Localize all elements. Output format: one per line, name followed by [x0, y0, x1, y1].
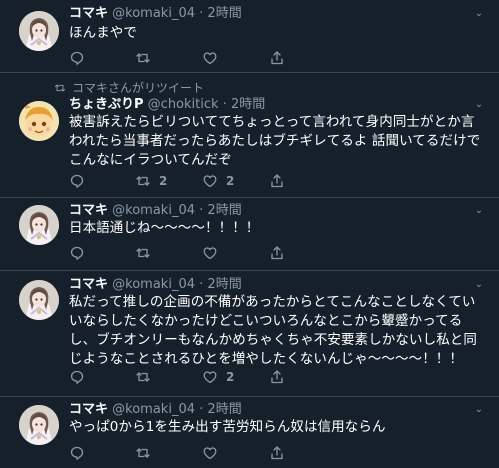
tweet-header: コマキ @komaki_04 · 2時間	[69, 277, 242, 292]
tweet[interactable]: コマキ @komaki_04 · 2時間 ⌄ ほんまやで	[0, 0, 499, 73]
tweet-text: ほんまやで	[69, 25, 137, 41]
handle[interactable]: @komaki_04	[112, 6, 195, 21]
retweet-icon	[136, 53, 150, 63]
tweet[interactable]: コマキ @komaki_04 · 2時間 ⌄ やっぱ0から1を生み出す苦労知らん…	[0, 397, 499, 468]
display-name[interactable]: コマキ	[69, 277, 108, 292]
like-count: 2	[226, 370, 235, 384]
retweet-icon	[55, 84, 65, 92]
avatar[interactable]	[19, 280, 59, 320]
tweet-actions: 2	[69, 367, 499, 387]
reply-icon	[70, 446, 84, 460]
tweet[interactable]: コマキさんがリツイート ちょきぷりP @chokitick · 2時間 ⌄ 被害…	[0, 73, 499, 198]
tweet-text: やっぱ0から1を生み出す苦労知らん奴は信用ならん	[69, 419, 386, 435]
reply-button[interactable]	[69, 243, 93, 263]
retweet-icon	[136, 176, 150, 186]
share-icon	[271, 51, 283, 65]
retweet-button[interactable]: 2	[135, 171, 167, 191]
tweet-actions: 2 2	[69, 171, 499, 191]
retweet-button[interactable]	[135, 243, 159, 263]
retweet-button[interactable]	[135, 48, 159, 68]
share-icon	[271, 446, 283, 460]
heart-icon	[203, 175, 217, 188]
tweet-text: 私だって推しの企画の不備があったからとてこんなことしなくていいならしたくなかった…	[69, 294, 477, 367]
chevron-down-icon[interactable]: ⌄	[473, 279, 485, 291]
handle[interactable]: @komaki_04	[112, 203, 195, 218]
tweet-text: 日本語通じね～～～～！！！！	[69, 220, 260, 236]
reply-button[interactable]	[69, 171, 93, 191]
timestamp[interactable]: 2時間	[207, 6, 241, 21]
reply-button[interactable]	[69, 443, 93, 463]
display-name[interactable]: ちょきぷりP	[69, 97, 144, 112]
share-button[interactable]	[269, 367, 285, 387]
heart-icon	[203, 447, 217, 460]
like-button[interactable]	[202, 48, 226, 68]
tweet-header: ちょきぷりP @chokitick · 2時間	[69, 97, 266, 112]
chevron-down-icon[interactable]: ⌄	[473, 205, 485, 217]
share-icon	[271, 370, 283, 384]
retweet-icon	[136, 448, 150, 458]
heart-icon	[203, 52, 217, 65]
reply-button[interactable]	[69, 48, 93, 68]
share-button[interactable]	[269, 243, 285, 263]
timestamp[interactable]: 2時間	[231, 97, 265, 112]
like-button[interactable]: 2	[202, 171, 234, 191]
avatar[interactable]	[19, 205, 59, 245]
like-button[interactable]	[202, 443, 226, 463]
retweet-count: 2	[159, 174, 168, 188]
reply-button[interactable]	[69, 367, 93, 387]
tweet-actions	[69, 48, 499, 68]
avatar[interactable]	[19, 405, 59, 445]
retweet-icon	[136, 248, 150, 258]
avatar[interactable]	[19, 101, 59, 141]
handle[interactable]: @komaki_04	[112, 402, 195, 417]
handle[interactable]: @chokitick	[148, 97, 219, 112]
like-button[interactable]	[202, 243, 226, 263]
reply-icon	[70, 246, 84, 260]
share-icon	[271, 246, 283, 260]
tweet-header: コマキ @komaki_04 · 2時間	[69, 203, 242, 218]
retweet-icon	[136, 372, 150, 382]
timestamp[interactable]: 2時間	[207, 402, 241, 417]
reply-icon	[70, 174, 84, 188]
tweet-header: コマキ @komaki_04 · 2時間	[69, 402, 242, 417]
chevron-down-icon[interactable]: ⌄	[473, 8, 485, 20]
tweet[interactable]: コマキ @komaki_04 · 2時間 ⌄ 日本語通じね～～～～！！！！	[0, 198, 499, 271]
display-name[interactable]: コマキ	[69, 402, 108, 417]
like-button[interactable]: 2	[202, 367, 234, 387]
chevron-down-icon[interactable]: ⌄	[473, 99, 485, 111]
tweet-header: コマキ @komaki_04 · 2時間	[69, 6, 242, 21]
share-button[interactable]	[269, 443, 285, 463]
retweeted-by[interactable]: コマキさんがリツイート	[72, 81, 204, 95]
share-button[interactable]	[269, 48, 285, 68]
heart-icon	[203, 247, 217, 260]
tweet-actions	[69, 243, 499, 263]
share-button[interactable]	[269, 171, 285, 191]
heart-icon	[203, 371, 217, 384]
avatar[interactable]	[19, 11, 59, 51]
retweet-button[interactable]	[135, 443, 159, 463]
like-count: 2	[226, 174, 235, 188]
reply-icon	[70, 51, 84, 65]
retweet-button[interactable]	[135, 367, 159, 387]
retweet-banner: コマキさんがリツイート	[54, 81, 204, 95]
tweet-actions	[69, 443, 499, 463]
chevron-down-icon[interactable]: ⌄	[473, 404, 485, 416]
share-icon	[271, 174, 283, 188]
tweet[interactable]: コマキ @komaki_04 · 2時間 ⌄ 私だって推しの企画の不備があったか…	[0, 271, 499, 397]
reply-icon	[70, 370, 84, 384]
tweet-text: 被害訴えたらビリついててちょっとって言われて身内同士がとか言われたら当事者だった…	[69, 114, 481, 168]
display-name[interactable]: コマキ	[69, 203, 108, 218]
timestamp[interactable]: 2時間	[207, 203, 241, 218]
handle[interactable]: @komaki_04	[112, 277, 195, 292]
timestamp[interactable]: 2時間	[207, 277, 241, 292]
display-name[interactable]: コマキ	[69, 6, 108, 21]
